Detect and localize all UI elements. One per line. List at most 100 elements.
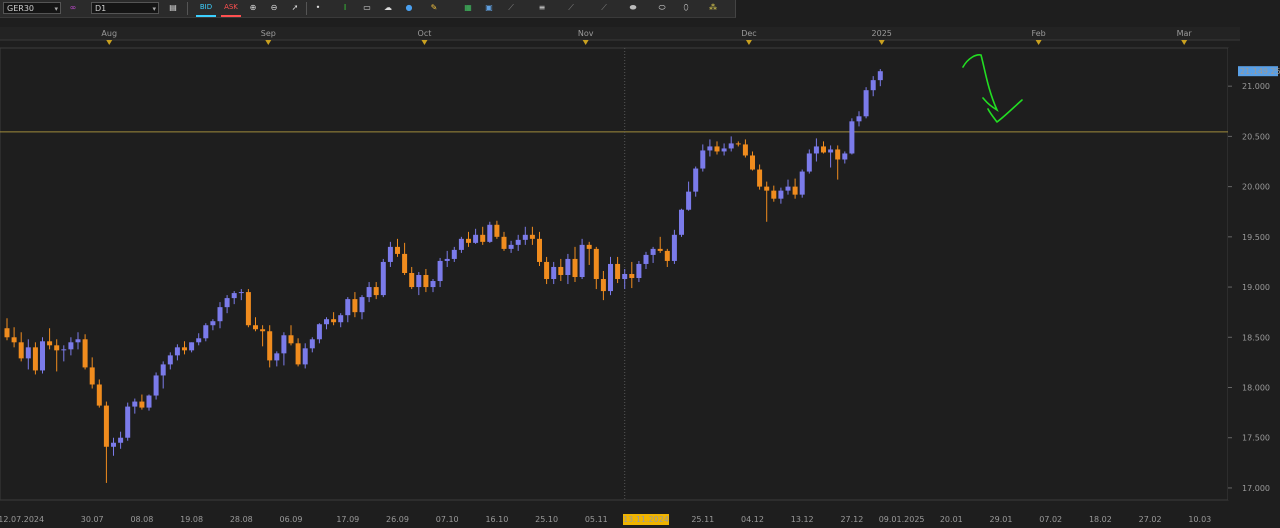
month-marker-icon [265, 40, 272, 45]
candle-body [849, 121, 855, 154]
x-tick-label: 07.10 [436, 515, 459, 524]
candle-body [813, 146, 819, 154]
candle-body [224, 298, 230, 308]
x-tick-label: 17.09 [336, 515, 359, 524]
candle-body [217, 307, 223, 322]
x-tick-label: 27.12 [840, 515, 863, 524]
candle-body [338, 315, 344, 323]
candle-body [203, 325, 209, 339]
month-label: Mar [1177, 29, 1193, 38]
month-label: Oct [418, 29, 432, 38]
candle-body [821, 146, 826, 153]
y-axis-area [1228, 48, 1280, 500]
candle-body [629, 274, 635, 279]
trading-terminal: GER30 ▾ ∞ D1 ▾ ▤ BID ASK ⊕ ⊖ ➚ • Ⅰ ▭ ☁ ●… [0, 0, 1280, 528]
candle-body [89, 367, 95, 385]
candle-body [245, 292, 251, 326]
candle-body [501, 236, 507, 249]
x-tick-label: 06.09 [280, 515, 303, 524]
candle-body [153, 375, 159, 396]
candle-body [558, 266, 564, 276]
candle-body [281, 335, 287, 354]
candle-body [529, 234, 535, 239]
x-tick-label: 26.09 [386, 515, 409, 524]
candle-body [579, 244, 585, 278]
candle-body [664, 250, 670, 261]
month-marker-icon [1181, 40, 1188, 45]
x-tick-label: 07.02 [1039, 515, 1062, 524]
x-tick-label: 19.08 [180, 515, 203, 524]
x-tick-label: 25.11 [691, 515, 714, 524]
candle-body [68, 342, 74, 350]
month-marker-icon [421, 40, 428, 45]
candle-body [835, 149, 841, 160]
candle-body [125, 406, 131, 438]
candle-body [537, 238, 542, 262]
month-marker-icon [582, 40, 589, 45]
candle-body [650, 248, 656, 255]
candle-body [750, 155, 755, 170]
candle-body [785, 186, 791, 191]
candle-body [309, 339, 315, 349]
hand-drawn-arrow-annotation [962, 54, 1023, 123]
x-tick-label: 08.08 [130, 515, 153, 524]
y-tick-label: 20.000 [1242, 183, 1270, 192]
candle-body [416, 275, 422, 288]
x-tick-label: 20.01 [940, 515, 963, 524]
plot-frame [0, 47, 1229, 501]
month-marker-icon [1035, 40, 1042, 45]
x-tick-label: 30.07 [81, 515, 104, 524]
candle-body [366, 287, 372, 298]
candle-body [742, 144, 748, 156]
candle-body [288, 335, 294, 344]
candle-body [82, 339, 88, 368]
candle-body [522, 234, 528, 240]
candle-body [586, 244, 592, 249]
candle-body [792, 186, 798, 195]
candle-body [32, 347, 38, 371]
y-tick-label: 17.000 [1242, 484, 1270, 493]
candle-body [103, 405, 109, 447]
x-tick-label: 05.11 [585, 515, 608, 524]
candle-body [118, 437, 124, 443]
candle-body [430, 281, 436, 288]
candle-body [174, 347, 180, 356]
candle-body [316, 324, 322, 340]
candle-body [274, 353, 280, 361]
candle-body [387, 246, 393, 262]
current-price-label: 21.149,25 [1240, 67, 1280, 76]
candle-body [636, 263, 642, 279]
candle-body [18, 342, 24, 359]
candle-body [551, 266, 557, 280]
candle-body [714, 146, 720, 152]
candle-body [515, 239, 521, 245]
x-tick-label: 29.01 [990, 515, 1013, 524]
candle-body [757, 169, 763, 187]
y-tick-label: 20.500 [1242, 132, 1270, 141]
candle-body [721, 148, 727, 152]
y-tick-label: 18.500 [1242, 333, 1270, 342]
candle-body [324, 319, 329, 325]
x-tick-label: 09.01.2025 [879, 515, 925, 524]
candle-body [806, 153, 812, 172]
candle-body [331, 319, 337, 323]
candle-body [4, 328, 10, 338]
candle-body [863, 90, 869, 117]
candle-body [182, 347, 187, 351]
candle-body [451, 249, 457, 259]
price-chart[interactable]: Aug Sep Oct Nov Dec 2025 Feb Mar 17.000 17.500 18.… [0, 0, 1280, 528]
candle-body [828, 149, 834, 153]
candle-body [61, 349, 67, 351]
x-tick-label: 13.12 [791, 515, 814, 524]
candle-body [458, 238, 464, 250]
top-scale-bar [0, 27, 1240, 40]
month-label: Nov [578, 29, 594, 38]
candle-body [707, 146, 713, 151]
candle-body [487, 224, 493, 242]
month-label: Aug [101, 29, 117, 38]
candle-body [352, 299, 358, 313]
candle-body [565, 258, 571, 276]
candle-body [402, 253, 408, 273]
candle-body [395, 246, 400, 254]
y-tick-label: 18.000 [1242, 384, 1270, 393]
